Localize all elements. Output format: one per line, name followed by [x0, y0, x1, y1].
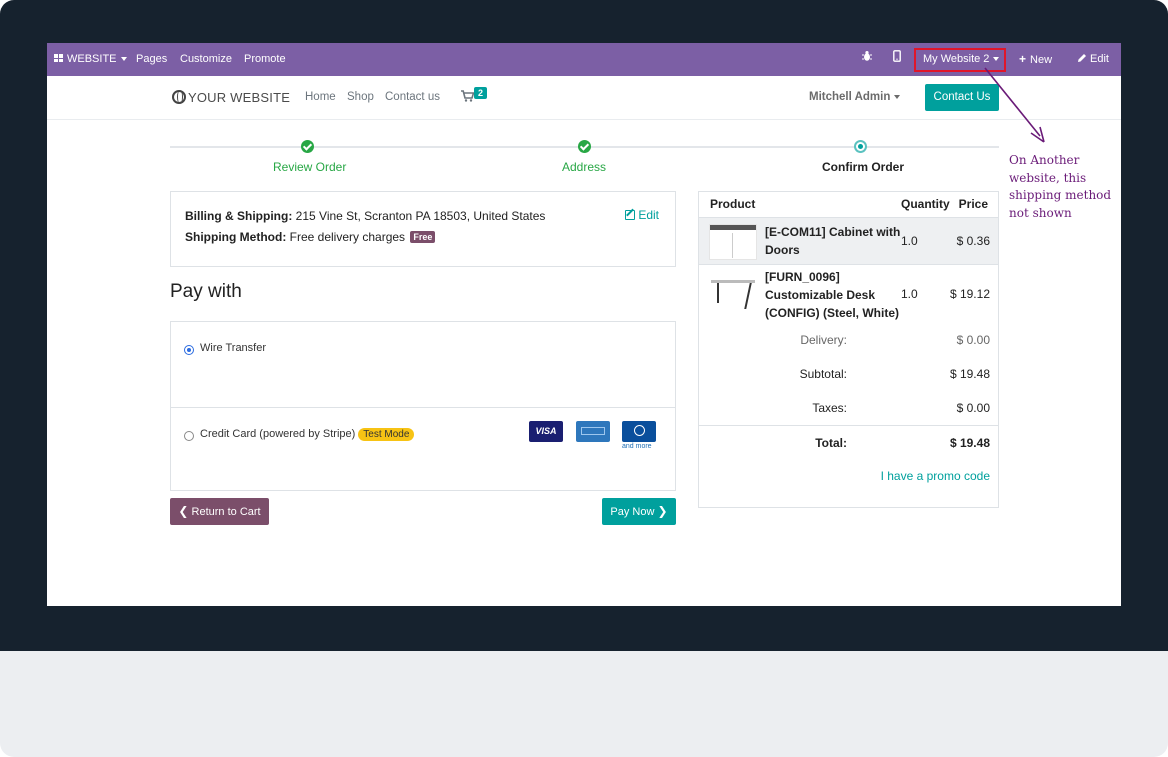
- column-price: Price: [958, 197, 988, 211]
- table-row: [E-COM11] Cabinet with Doors 1.0 $ 0.36: [699, 217, 998, 264]
- browser-screen: WEBSITE Pages Customize Promote My Websi…: [47, 43, 1121, 606]
- column-quantity: Quantity: [901, 197, 950, 211]
- pay-now-button[interactable]: Pay Now ❯: [602, 498, 676, 525]
- billing-address-row: Billing & Shipping: 215 Vine St, Scranto…: [185, 209, 546, 223]
- delivery-label: Delivery:: [800, 333, 847, 347]
- and-more-link[interactable]: and more: [622, 443, 652, 450]
- user-menu[interactable]: Mitchell Admin: [809, 91, 901, 103]
- total-value: $ 19.48: [949, 436, 990, 450]
- product-quantity: 1.0: [901, 234, 918, 248]
- cabinet-thumbnail: [709, 224, 757, 260]
- desk-thumbnail: [709, 277, 757, 313]
- billing-card: Billing & Shipping: 215 Vine St, Scranto…: [170, 191, 676, 267]
- subtotal-label: Subtotal:: [799, 367, 847, 381]
- table-row: [FURN_0096] Customizable Desk (CONFIG) (…: [699, 264, 998, 327]
- visa-card-icon: VISA: [529, 421, 563, 442]
- subtotal-value: $ 19.48: [949, 367, 990, 381]
- caret-down-icon: [894, 94, 901, 99]
- edit-address-link[interactable]: Edit: [625, 208, 659, 222]
- cart-link[interactable]: [461, 90, 475, 105]
- plus-icon: +: [1019, 52, 1027, 66]
- summary-header: Product Quantity Price: [699, 192, 998, 217]
- product-name[interactable]: [FURN_0096] Customizable Desk (CONFIG) (…: [765, 268, 899, 322]
- shopping-cart-icon: [461, 90, 475, 102]
- product-name[interactable]: [E-COM11] Cabinet with Doors: [765, 223, 900, 259]
- chevron-left-icon: ❮: [178, 504, 189, 518]
- edit-button[interactable]: Edit: [1077, 43, 1109, 76]
- return-to-cart-button[interactable]: ❮ Return to Cart: [170, 498, 269, 525]
- step-check-icon: [578, 140, 591, 153]
- product-price: $ 19.12: [949, 287, 990, 301]
- payment-methods: Wire Transfer Credit Card (powered by St…: [170, 321, 676, 491]
- wire-transfer-label: Wire Transfer: [200, 342, 267, 354]
- chevron-right-icon: ❯: [657, 504, 668, 518]
- credit-card-label: Credit Card (powered by Stripe) Test Mode: [200, 428, 415, 441]
- pencil-icon: [1078, 54, 1086, 62]
- customize-menu[interactable]: Customize: [180, 43, 232, 76]
- step-check-icon: [301, 140, 314, 153]
- globe-icon: [172, 90, 186, 104]
- promo-code-link[interactable]: I have a promo code: [881, 469, 990, 483]
- total-label: Total:: [815, 436, 847, 450]
- diners-card-icon: [622, 421, 656, 442]
- highlight-box: [914, 48, 1006, 72]
- product-quantity: 1.0: [901, 287, 918, 301]
- nav-home[interactable]: Home: [305, 91, 336, 103]
- device-stand: [0, 651, 1168, 757]
- mobile-preview-icon[interactable]: [893, 43, 901, 76]
- step-review-order[interactable]: Review Order: [273, 160, 346, 174]
- total-divider: [699, 425, 998, 426]
- column-product: Product: [710, 197, 756, 211]
- pages-menu[interactable]: Pages: [136, 43, 167, 76]
- apps-grid-icon: [54, 54, 64, 63]
- order-summary: Product Quantity Price [E-COM11] Cabinet…: [698, 191, 999, 508]
- contact-us-button[interactable]: Contact Us: [925, 84, 999, 111]
- product-price: $ 0.36: [956, 234, 990, 248]
- step-confirm-order: Confirm Order: [822, 160, 905, 174]
- cart-count-badge: 2: [474, 87, 488, 99]
- pay-with-heading: Pay with: [170, 281, 242, 302]
- test-mode-badge: Test Mode: [358, 428, 415, 441]
- credit-card-radio[interactable]: [184, 431, 194, 441]
- caret-down-icon: [120, 57, 127, 62]
- taxes-label: Taxes:: [812, 401, 847, 415]
- step-address[interactable]: Address: [562, 160, 606, 174]
- wire-transfer-radio[interactable]: [184, 345, 194, 355]
- debug-bug-icon[interactable]: [861, 43, 873, 76]
- payment-option-credit-card[interactable]: Credit Card (powered by Stripe) Test Mode…: [171, 407, 675, 491]
- nav-contact-us[interactable]: Contact us: [385, 91, 440, 103]
- admin-bar: WEBSITE Pages Customize Promote My Websi…: [47, 43, 1121, 76]
- amex-card-icon: [576, 421, 610, 442]
- edit-icon: [625, 210, 636, 220]
- site-logo[interactable]: YOUR WEBSITE: [172, 90, 290, 105]
- website-menu[interactable]: WEBSITE: [54, 43, 127, 76]
- taxes-value: $ 0.00: [956, 401, 990, 415]
- delivery-value: $ 0.00: [956, 333, 990, 347]
- free-badge: Free: [410, 231, 436, 243]
- site-header: YOUR WEBSITE Home Shop Contact us 2 Mitc…: [47, 76, 1121, 120]
- promote-menu[interactable]: Promote: [244, 43, 286, 76]
- payment-option-wire-transfer[interactable]: Wire Transfer: [171, 322, 675, 406]
- nav-shop[interactable]: Shop: [347, 91, 374, 103]
- shipping-method-row: Shipping Method: Free delivery charges F…: [185, 230, 436, 244]
- step-current-icon: [854, 140, 867, 153]
- annotation-note: On Another website, this shipping method…: [1009, 153, 1112, 220]
- new-button[interactable]: + New: [1019, 43, 1052, 76]
